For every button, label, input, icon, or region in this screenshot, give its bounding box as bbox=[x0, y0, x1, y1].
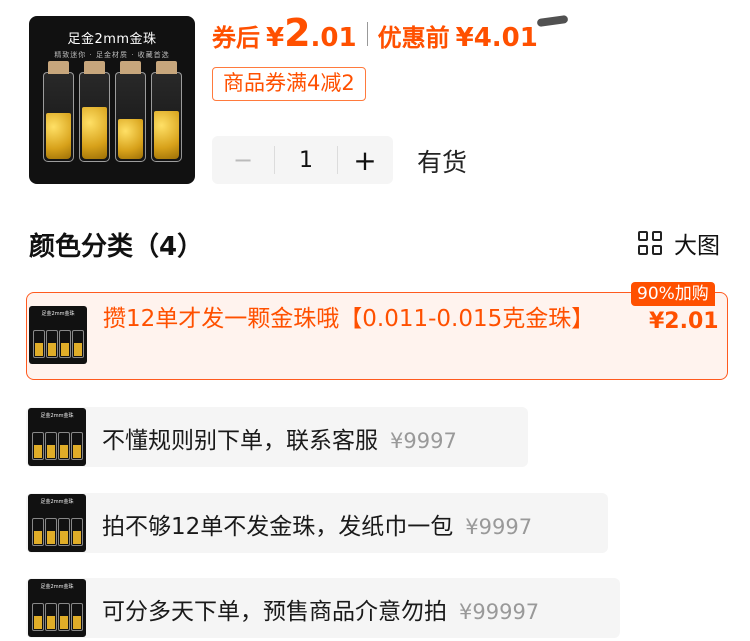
option-text: 不懂规则别下单，联系客服 ¥9997 bbox=[102, 421, 457, 455]
product-image[interactable]: 足金2mm金珠 精致迷你 · 足金材质 · 收藏首选 bbox=[29, 16, 195, 184]
option-item[interactable]: 足金2mm金珠 不懂规则别下单，联系客服 ¥9997 bbox=[26, 407, 528, 467]
option-thumbnail: 足金2mm金珠 bbox=[28, 494, 86, 552]
jar-illustration bbox=[79, 61, 110, 162]
large-view-toggle[interactable]: 大图 bbox=[638, 226, 720, 260]
option-label: 攒12单才发一颗金珠哦【0.011-0.015克金珠】 bbox=[103, 306, 595, 332]
option-price: ¥9997 bbox=[465, 515, 533, 539]
option-thumbnail: 足金2mm金珠 bbox=[29, 306, 87, 364]
quantity-input[interactable]: 1 bbox=[275, 148, 337, 173]
price-after-integer: 2 bbox=[284, 11, 311, 55]
jar-illustration bbox=[43, 61, 74, 162]
option-price: ¥9997 bbox=[390, 429, 457, 453]
stock-status: 有货 bbox=[417, 148, 468, 177]
section-title: 颜色分类（4） bbox=[29, 232, 204, 262]
jar-illustration bbox=[151, 61, 182, 162]
option-price: ¥2.01 bbox=[649, 309, 719, 334]
option-item[interactable]: 足金2mm金珠 拍不够12单不发金珠，发纸巾一包 ¥9997 bbox=[26, 493, 608, 553]
option-label: 不懂规则别下单，联系客服 bbox=[102, 428, 378, 454]
price-after-decimal: .01 bbox=[310, 23, 357, 53]
price-after-currency: ¥ bbox=[266, 23, 285, 53]
price-after-label: 券后 bbox=[212, 24, 260, 52]
jar-illustration bbox=[115, 61, 146, 162]
price-row: 券后 ¥ 2 .01 优惠前 ¥4.01 bbox=[212, 14, 538, 54]
option-thumbnail: 足金2mm金珠 bbox=[28, 579, 86, 637]
redaction-mark bbox=[536, 14, 569, 28]
add-to-cart-rate-badge: 90%加购 bbox=[631, 282, 715, 306]
coupon-tag[interactable]: 商品券满4减2 bbox=[212, 67, 366, 101]
price-divider bbox=[366, 22, 368, 46]
option-label: 拍不够12单不发金珠，发纸巾一包 bbox=[102, 514, 454, 540]
option-item-selected[interactable]: 足金2mm金珠 攒12单才发一颗金珠哦【0.011-0.015克金珠】 ¥2.0… bbox=[26, 292, 728, 380]
increment-button[interactable]: + bbox=[338, 144, 392, 177]
option-price: ¥99997 bbox=[459, 600, 540, 624]
price-before-label: 优惠前 bbox=[377, 24, 450, 52]
option-text: 拍不够12单不发金珠，发纸巾一包 ¥9997 bbox=[102, 507, 532, 541]
quantity-stepper: − 1 + bbox=[212, 136, 393, 184]
option-thumbnail: 足金2mm金珠 bbox=[28, 408, 86, 466]
option-item[interactable]: 足金2mm金珠 可分多天下单，预售商品介意勿拍 ¥99997 bbox=[26, 578, 620, 638]
product-image-subcaption: 精致迷你 · 足金材质 · 收藏首选 bbox=[54, 51, 170, 59]
large-view-label: 大图 bbox=[674, 233, 720, 259]
decrement-button[interactable]: − bbox=[212, 146, 274, 174]
grid-icon bbox=[638, 231, 662, 255]
option-text: 可分多天下单，预售商品介意勿拍 ¥99997 bbox=[102, 592, 539, 626]
option-label: 可分多天下单，预售商品介意勿拍 bbox=[102, 599, 447, 625]
price-before: ¥4.01 bbox=[455, 23, 538, 53]
product-image-caption: 足金2mm金珠 bbox=[67, 32, 157, 47]
